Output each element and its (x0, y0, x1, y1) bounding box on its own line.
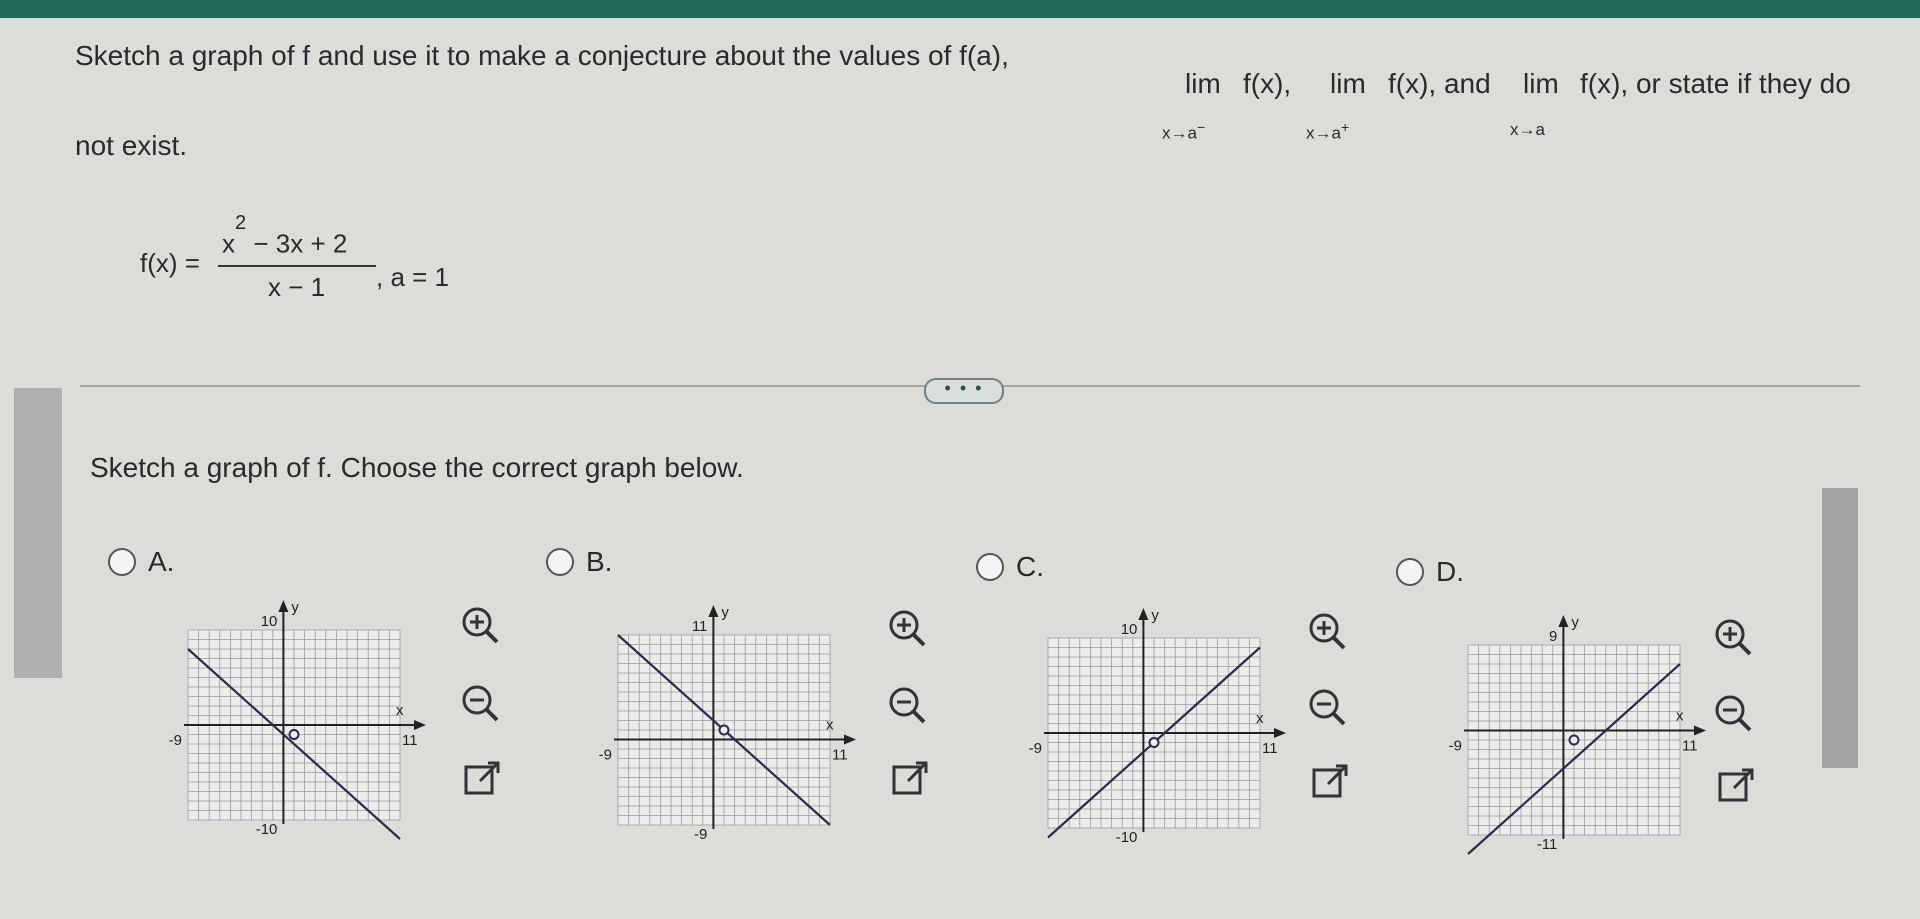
x-min-label: -9 (599, 747, 612, 764)
x-axis-label: x (826, 717, 834, 734)
x-min-label: -9 (1449, 738, 1462, 755)
expand-icon[interactable] (1306, 756, 1356, 806)
y-min-label: -11 (1537, 836, 1558, 853)
y-max-label: 11 (692, 618, 708, 635)
y-axis-arrow (1558, 615, 1569, 627)
radio-option-a[interactable] (108, 548, 136, 576)
radio-option-d[interactable] (1396, 558, 1424, 586)
zoom-out-icon[interactable] (1302, 682, 1352, 732)
fraction-bar (218, 265, 376, 267)
y-min-label: -9 (694, 826, 707, 843)
y-min-label: -10 (1116, 829, 1138, 846)
zoom-out-icon[interactable] (455, 678, 505, 728)
lim-left-subscript: x→a− (1162, 120, 1206, 143)
question-prompt: Sketch a graph of f and use it to make a… (75, 40, 1009, 71)
x-axis-label: x (1676, 708, 1684, 725)
y-min-label: -10 (256, 821, 278, 838)
y-max-label: 10 (1121, 621, 1138, 638)
y-axis-label: y (291, 599, 299, 616)
question-prompt-cont: not exist. (75, 130, 188, 161)
lim-right-subscript: x→a+ (1306, 120, 1350, 143)
left-scrollbar[interactable] (14, 388, 62, 678)
a-value: , a = 1 (376, 262, 449, 292)
y-axis-arrow (708, 605, 719, 617)
lim-left-word: lim (1185, 68, 1221, 99)
zoom-out-icon[interactable] (882, 680, 932, 730)
y-axis-label: y (1571, 614, 1579, 631)
x-min-label: -9 (169, 732, 182, 749)
zoom-in-icon[interactable] (455, 600, 505, 650)
zoom-in-icon[interactable] (1708, 612, 1758, 662)
x-min-label: -9 (1029, 740, 1042, 757)
y-axis-arrow (1138, 608, 1149, 620)
zoom-in-icon[interactable] (1302, 606, 1352, 656)
open-point (288, 729, 300, 740)
option-a-label: A. (148, 546, 175, 577)
lim-both-word: lim (1523, 68, 1559, 99)
part-instruction: Sketch a graph of f. Choose the correct … (90, 452, 744, 483)
x-max-label: 11 (1682, 738, 1698, 755)
zoom-in-icon[interactable] (882, 603, 932, 653)
zoom-out-icon[interactable] (1708, 688, 1758, 738)
x-max-label: 11 (832, 747, 848, 764)
expand-icon[interactable] (886, 753, 936, 803)
open-point (718, 724, 730, 736)
radio-option-c[interactable] (976, 553, 1004, 581)
expand-icon[interactable] (1712, 760, 1762, 810)
open-point (1148, 737, 1160, 748)
graph-option-a: y x 10 -10 -9 11 (169, 599, 426, 840)
lim-right-fx: f(x), and (1388, 68, 1491, 99)
y-axis-label: y (1151, 607, 1159, 624)
graph-option-b: y x 11 -9 -9 11 (599, 604, 856, 843)
right-scrollbar[interactable] (1822, 488, 1858, 768)
lim-right-word: lim (1330, 68, 1366, 99)
y-axis-label: y (721, 604, 729, 621)
x-axis-label: x (1256, 710, 1264, 727)
function-numerator: x2 − 3x + 2 (222, 212, 348, 259)
y-axis-arrow (278, 600, 289, 612)
x-max-label: 11 (1262, 740, 1278, 757)
option-b-label: B. (586, 546, 613, 577)
option-c-label: C. (1016, 551, 1044, 582)
open-point (1568, 734, 1580, 746)
x-axis-label: x (396, 702, 404, 719)
function-denominator: x − 1 (268, 272, 326, 302)
expand-icon[interactable] (458, 753, 508, 803)
y-max-label: 10 (261, 613, 278, 630)
x-axis-arrow (1694, 725, 1706, 736)
more-options-button[interactable]: • • • (924, 378, 1004, 404)
x-axis-arrow (1274, 728, 1286, 738)
lim-left-fx: f(x), (1243, 68, 1292, 99)
y-max-label: 9 (1549, 628, 1557, 645)
lim-both-fx: f(x), or state if they do (1580, 68, 1851, 99)
graph-option-d: y x 9 -11 -9 11 (1449, 614, 1706, 855)
option-d-label: D. (1436, 556, 1464, 587)
x-axis-arrow (414, 720, 426, 730)
radio-option-b[interactable] (546, 548, 574, 576)
function-lhs: f(x) = (140, 248, 200, 278)
graph-option-c: y x 10 -10 -9 11 (1029, 607, 1286, 846)
lim-both-subscript: x→a (1510, 120, 1545, 139)
x-axis-arrow (844, 734, 856, 745)
x-max-label: 11 (402, 732, 418, 749)
